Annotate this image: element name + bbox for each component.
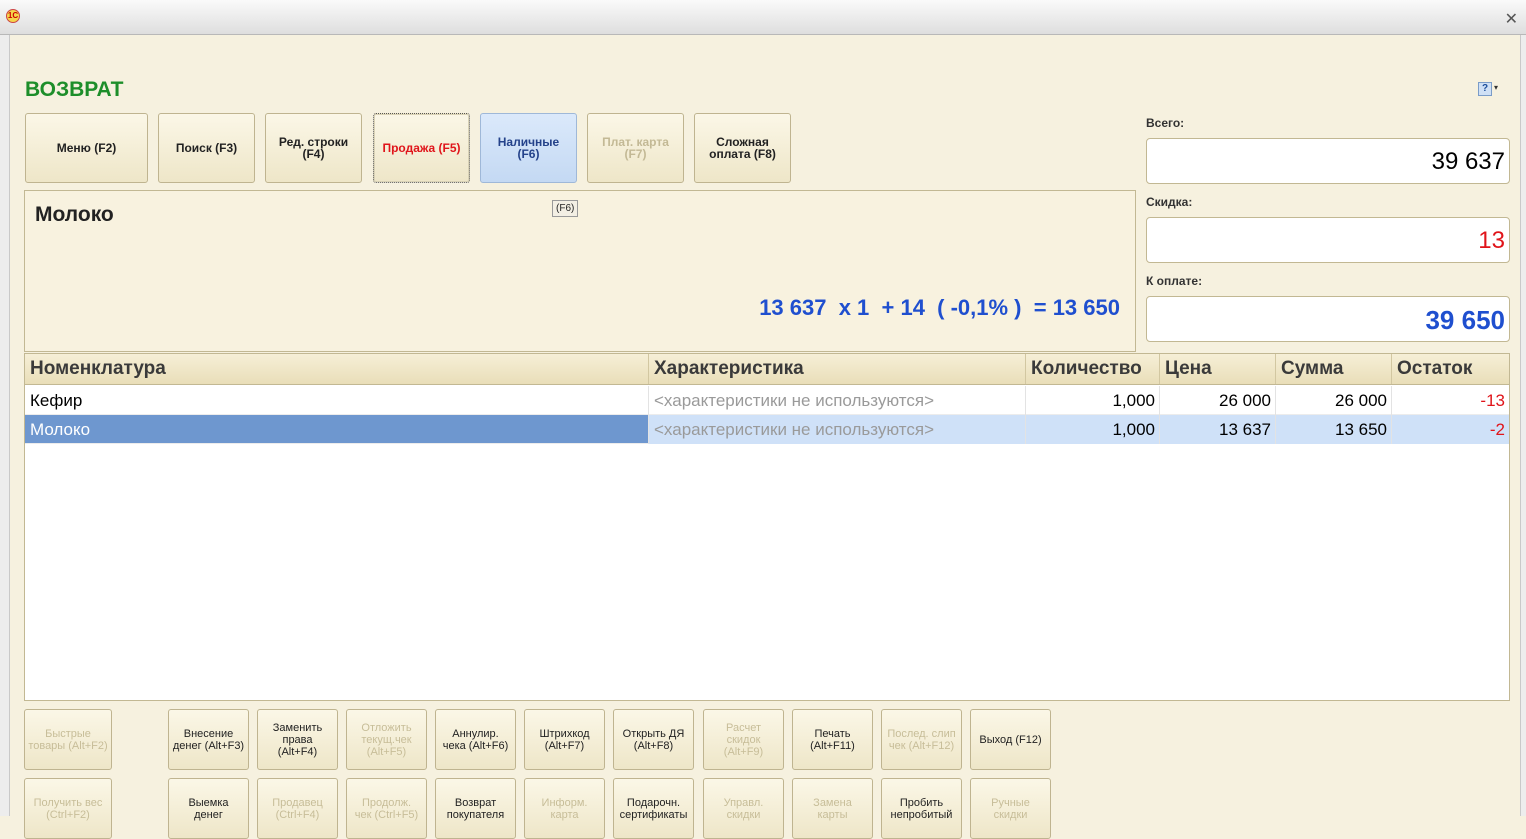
info-card-button[interactable]: Информ. карта <box>524 778 605 839</box>
shortcut-tooltip: (F6) <box>552 200 579 217</box>
cash-out-button[interactable]: Выемка денег <box>168 778 249 839</box>
discount-value: 13 <box>1146 217 1510 263</box>
items-table[interactable]: Номенклатура Характеристика Количество Ц… <box>24 353 1510 701</box>
to-pay-label: К оплате: <box>1146 274 1203 288</box>
calc-discounts-button[interactable]: Расчет скидок (Alt+F9) <box>703 709 784 770</box>
cell-rest: -13 <box>1480 391 1505 410</box>
column-header-rest[interactable]: Остаток <box>1392 354 1509 384</box>
window-frame-left <box>0 35 10 816</box>
column-header-characteristic[interactable]: Характеристика <box>649 354 1026 384</box>
complex-payment-button[interactable]: Сложная оплата (F8) <box>694 113 791 183</box>
close-icon[interactable]: ✕ <box>1505 9 1518 29</box>
open-drawer-button[interactable]: Открыть ДЯ (Alt+F8) <box>613 709 694 770</box>
cell-quantity: 1,000 <box>1026 386 1160 415</box>
table-row[interactable]: Кефир <характеристики не используются> 1… <box>25 386 1509 415</box>
column-header-sum[interactable]: Сумма <box>1276 354 1392 384</box>
app-logo-icon: 1С <box>6 9 20 23</box>
edit-row-button[interactable]: Ред. строки (F4) <box>265 113 362 183</box>
chevron-down-icon: ▾ <box>1494 83 1499 92</box>
get-weight-button[interactable]: Получить вес (Ctrl+F2) <box>24 778 112 839</box>
table-row-selected[interactable]: Молоко <характеристики не используются> … <box>25 415 1509 444</box>
page-title: ВОЗВРАТ <box>25 78 124 101</box>
total-label: Всего: <box>1146 116 1185 130</box>
cell-sum: 13 650 <box>1276 415 1392 444</box>
cell-characteristic: <характеристики не используются> <box>649 386 1026 415</box>
quick-goods-button[interactable]: Быстрые товары (Alt+F2) <box>24 709 112 770</box>
current-product-panel: Молоко (F6) 13 637 x 1 + 14 ( -0,1% ) = … <box>24 190 1136 352</box>
window-titlebar: 1С ✕ <box>0 0 1526 35</box>
print-button[interactable]: Печать (Alt+F11) <box>792 709 873 770</box>
sale-button[interactable]: Продажа (F5) <box>373 113 470 183</box>
column-header-name[interactable]: Номенклатура <box>25 354 649 384</box>
help-question-icon: ? <box>1478 82 1492 96</box>
price-calculation: 13 637 x 1 + 14 ( -0,1% ) = 13 650 <box>759 295 1120 320</box>
table-header: Номенклатура Характеристика Количество Ц… <box>25 354 1509 385</box>
cell-rest: -2 <box>1392 415 1509 444</box>
cell-quantity: 1,000 <box>1026 415 1160 444</box>
cell-characteristic: <характеристики не используются> <box>649 415 1026 444</box>
postpone-receipt-button[interactable]: Отложить текущ.чек (Alt+F5) <box>346 709 427 770</box>
barcode-button[interactable]: Штрихкод (Alt+F7) <box>524 709 605 770</box>
manual-discounts-button[interactable]: Ручные скидки <box>970 778 1051 839</box>
current-product-name: Молоко <box>35 203 114 226</box>
cancel-receipt-button[interactable]: Аннулир. чека (Alt+F6) <box>435 709 516 770</box>
cell-name: Кефир <box>25 386 649 415</box>
cell-name: Молоко <box>25 415 649 444</box>
exit-button[interactable]: Выход (F12) <box>970 709 1051 770</box>
seller-button[interactable]: Продавец (Ctrl+F4) <box>257 778 338 839</box>
cell-price: 13 637 <box>1160 415 1276 444</box>
card-payment-button[interactable]: Плат. карта (F7) <box>587 113 684 183</box>
last-slip-button[interactable]: Послед. слип чек (Alt+F12) <box>881 709 962 770</box>
continue-receipt-button[interactable]: Продолж. чек (Ctrl+F5) <box>346 778 427 839</box>
column-header-quantity[interactable]: Количество <box>1026 354 1160 384</box>
customer-return-button[interactable]: Возврат покупателя <box>435 778 516 839</box>
discount-label: Скидка: <box>1146 195 1193 209</box>
search-button[interactable]: Поиск (F3) <box>158 113 255 183</box>
punch-unpunched-button[interactable]: Пробить непробитый <box>881 778 962 839</box>
cell-sum: 26 000 <box>1276 386 1392 415</box>
change-rights-button[interactable]: Заменить права (Alt+F4) <box>257 709 338 770</box>
column-header-price[interactable]: Цена <box>1160 354 1276 384</box>
cell-price: 26 000 <box>1160 386 1276 415</box>
gift-certificates-button[interactable]: Подарочн. сертификаты <box>613 778 694 839</box>
cash-in-button[interactable]: Внесение денег (Alt+F3) <box>168 709 249 770</box>
help-icon[interactable]: ? ▾ <box>1478 80 1504 98</box>
window-frame-right <box>1520 35 1526 816</box>
menu-button[interactable]: Меню (F2) <box>25 113 148 183</box>
to-pay-value: 39 650 <box>1146 296 1510 342</box>
manage-discounts-button[interactable]: Управл. скидки <box>703 778 784 839</box>
cash-button[interactable]: Наличные (F6) <box>480 113 577 183</box>
replace-card-button[interactable]: Замена карты <box>792 778 873 839</box>
total-value: 39 637 <box>1146 138 1510 184</box>
